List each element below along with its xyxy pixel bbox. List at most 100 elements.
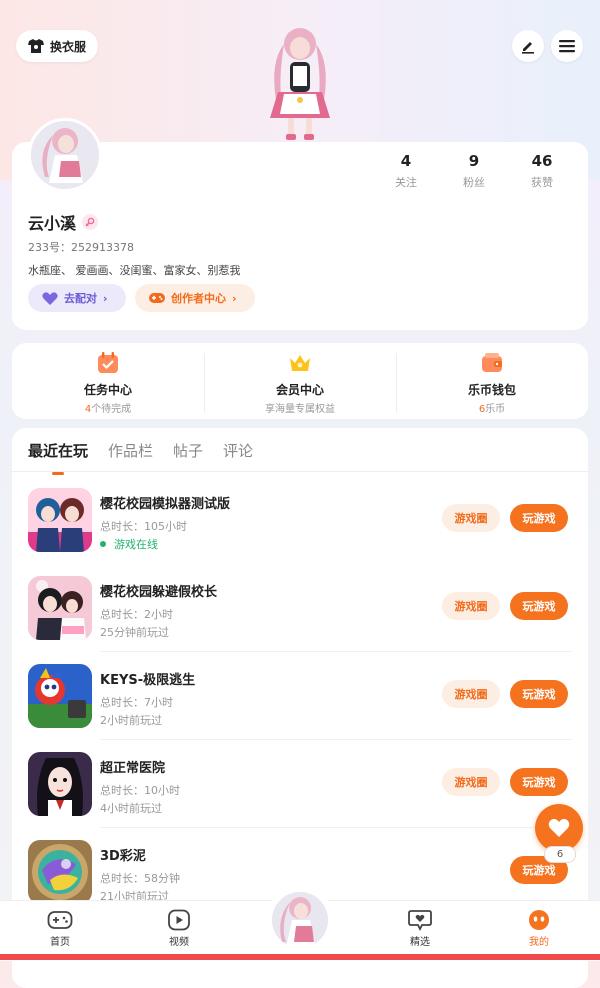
game-title: 超正常医院 <box>100 761 166 776</box>
tab-recent[interactable]: 最近在玩 <box>28 440 88 475</box>
tab-posts[interactable]: 帖子 <box>173 440 203 461</box>
profile-name-row: 云小溪 <box>28 210 99 234</box>
quick-title: 乐币钱包 <box>467 383 516 397</box>
favorite-floating-button[interactable] <box>535 804 583 852</box>
game-circle-button[interactable]: 游戏圈 <box>442 680 500 708</box>
game-title: 樱花校园模拟器测试版 <box>100 497 231 512</box>
play-game-button[interactable]: 玩游戏 <box>510 592 568 620</box>
quick-subtitle: 享海量专属权益 <box>265 404 335 415</box>
hamburger-icon <box>559 40 575 53</box>
quick-title: 任务中心 <box>83 383 132 397</box>
character-avatar-figure[interactable] <box>258 22 342 142</box>
nav-label: 首页 <box>50 937 70 948</box>
game-title: 3D彩泥 <box>100 849 146 864</box>
play-game-button[interactable]: 玩游戏 <box>510 680 568 708</box>
stat-number: 46 <box>531 152 553 170</box>
outfit-button[interactable]: 换衣服 <box>16 30 98 62</box>
chevron-right-icon: › <box>232 291 237 305</box>
nav-avatar-button[interactable] <box>266 886 334 954</box>
creator-center-button[interactable]: 创作者中心 › <box>135 284 255 312</box>
pen-icon <box>522 42 534 54</box>
heart-icon <box>548 818 570 837</box>
heart-icon <box>42 291 58 305</box>
stat-label: 粉丝 <box>463 176 485 189</box>
tab-comments[interactable]: 评论 <box>223 440 253 461</box>
list-item[interactable]: 樱花校园躲避假校长 总时长：2小时 25分钟前玩过 游戏圈 玩游戏 <box>28 564 572 652</box>
game-circle-button[interactable]: 游戏圈 <box>442 592 500 620</box>
bottom-accent-bar <box>0 954 600 960</box>
pair-button[interactable]: 去配对 › <box>28 284 126 312</box>
nav-home[interactable]: 首页 <box>30 909 90 948</box>
stat-number: 4 <box>400 152 412 170</box>
profile-tabs: 最近在玩 作品栏 帖子 评论 <box>28 440 253 475</box>
avatar[interactable] <box>28 118 102 192</box>
edit-button[interactable] <box>512 30 544 62</box>
calendar-check-icon <box>98 352 118 373</box>
game-icon <box>28 752 92 816</box>
nav-label: 精选 <box>410 937 430 948</box>
game-circle-button[interactable]: 游戏圈 <box>442 504 500 532</box>
crown-icon <box>290 355 310 371</box>
game-duration: 总时长：7小时 <box>100 696 173 709</box>
nav-label: 视频 <box>169 937 189 948</box>
play-game-button[interactable]: 玩游戏 <box>510 504 568 532</box>
avatar-image <box>31 121 99 189</box>
stat-followers[interactable]: 9 粉丝 <box>440 152 508 190</box>
profile-stats: 4 关注 9 粉丝 46 获赞 <box>372 152 576 190</box>
game-circle-button[interactable]: 游戏圈 <box>442 768 500 796</box>
female-icon <box>82 214 99 230</box>
game-icon <box>28 664 92 728</box>
game-icon <box>28 576 92 640</box>
stat-label: 关注 <box>395 176 417 189</box>
nav-label: 我的 <box>529 937 549 948</box>
list-item[interactable]: KEYS-极限逃生 总时长：7小时 2小时前玩过 游戏圈 玩游戏 <box>28 652 572 740</box>
avatar <box>272 892 328 948</box>
quick-actions-card: 任务中心 4个待完成 会员中心 享海量专属权益 乐币钱包 6乐币 <box>12 343 588 419</box>
quick-subtitle: 4个待完成 <box>84 404 132 415</box>
coin-wallet[interactable]: 乐币钱包 6乐币 <box>396 343 588 419</box>
list-item[interactable]: 超正常医院 总时长：10小时 4小时前玩过 游戏圈 玩游戏 <box>28 740 572 828</box>
list-item[interactable]: 樱花校园模拟器测试版 总时长：105小时 游戏在线 游戏圈 玩游戏 <box>28 476 572 564</box>
game-icon <box>28 840 92 904</box>
stat-label: 获赞 <box>531 176 553 189</box>
nav-video[interactable]: 视频 <box>149 909 209 948</box>
game-duration: 总时长：58分钟 <box>100 872 180 885</box>
play-icon <box>168 909 190 931</box>
shirt-icon <box>27 39 44 53</box>
nav-featured[interactable]: 精选 <box>390 909 450 948</box>
chevron-right-icon: › <box>103 291 108 305</box>
gamepad-icon <box>47 911 73 929</box>
game-duration: 总时长：10小时 <box>100 784 180 797</box>
outfit-label: 换衣服 <box>49 39 86 54</box>
stat-likes[interactable]: 46 获赞 <box>508 152 576 190</box>
profile-name: 云小溪 <box>28 214 77 233</box>
stat-following[interactable]: 4 关注 <box>372 152 440 190</box>
game-title: KEYS-极限逃生 <box>100 673 196 688</box>
creator-label: 创作者中心 <box>171 292 226 305</box>
user-id: 233号：252913378 <box>28 241 134 254</box>
wallet-icon <box>482 353 502 372</box>
last-played: 2小时前玩过 <box>100 714 162 727</box>
game-title: 樱花校园躲避假校长 <box>100 585 218 600</box>
play-game-button[interactable]: 玩游戏 <box>510 768 568 796</box>
vip-center[interactable]: 会员中心 享海量专属权益 <box>204 343 396 419</box>
tab-divider <box>12 471 588 472</box>
game-icon <box>28 488 92 552</box>
menu-button[interactable] <box>551 30 583 62</box>
last-played: 4小时前玩过 <box>100 802 162 815</box>
stat-number: 9 <box>468 152 480 170</box>
task-center[interactable]: 任务中心 4个待完成 <box>12 343 204 419</box>
pair-label: 去配对 <box>64 292 97 305</box>
nav-me[interactable]: 我的 <box>509 909 569 948</box>
quick-subtitle: 6乐币 <box>478 404 506 415</box>
quick-title: 会员中心 <box>275 383 324 397</box>
favorite-count-badge: 6 <box>544 846 576 863</box>
game-duration: 总时长：105小时 <box>100 520 187 533</box>
game-duration: 总时长：2小时 <box>100 608 173 621</box>
heart-chat-icon <box>408 910 432 931</box>
online-status: 游戏在线 <box>100 536 158 552</box>
profile-bio: 水瓶座、 爱画画、没闺蜜、富家女、别惹我 <box>28 264 241 277</box>
last-played: 25分钟前玩过 <box>100 626 169 639</box>
tab-works[interactable]: 作品栏 <box>108 440 153 461</box>
face-icon <box>529 910 549 930</box>
